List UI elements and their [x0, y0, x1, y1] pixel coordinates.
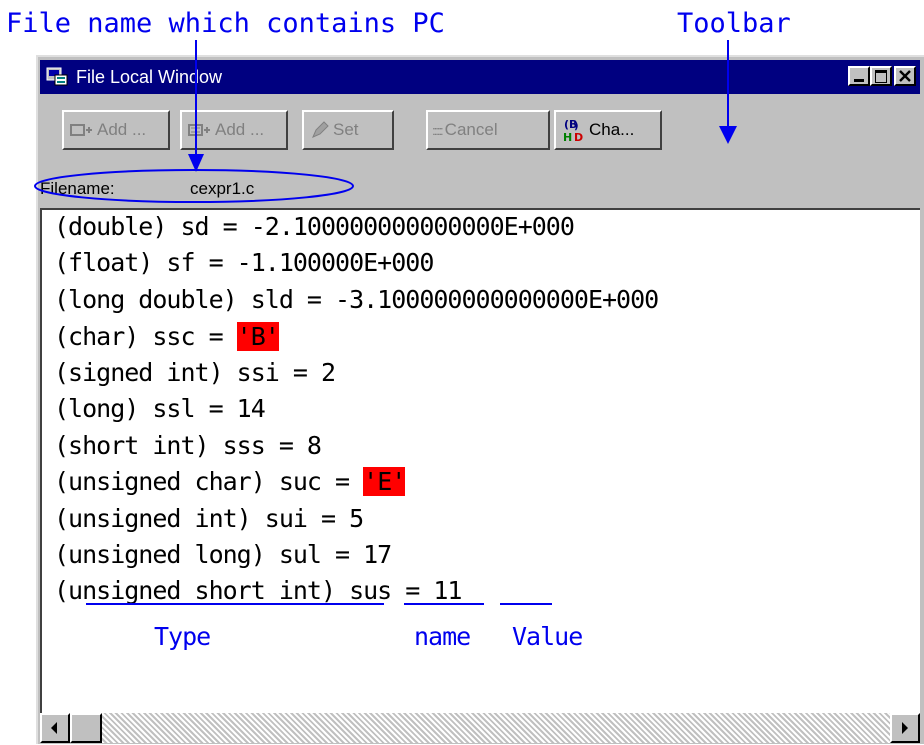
add-watch-button-2[interactable]: Add ...: [180, 110, 288, 150]
minimize-button[interactable]: [848, 66, 870, 86]
window-app-icon: [46, 67, 68, 86]
maximize-icon: [875, 70, 887, 83]
radix-change-label: Cha...: [589, 120, 635, 139]
variable-row[interactable]: (float) sf = -1.100000E+000: [54, 248, 434, 277]
variable-row[interactable]: (unsigned char) suc = 'E': [54, 467, 406, 496]
add-watch-icon: [188, 124, 210, 136]
pencil-icon: [312, 121, 329, 138]
right-arrow-icon: [902, 722, 908, 734]
toolbar: Add ... Add ... Set :::::: Cancel (B ) H: [40, 102, 920, 152]
scroll-right-button[interactable]: [890, 713, 920, 743]
add-watch-label-1: Add ...: [97, 120, 147, 139]
scroll-thumb[interactable]: [70, 713, 102, 743]
left-arrow-icon: [51, 722, 57, 734]
svg-text:D: D: [574, 131, 583, 143]
variable-row[interactable]: (short int) sss = 8: [54, 431, 322, 460]
type-legend-label: Type: [154, 622, 211, 651]
close-icon: [899, 70, 911, 82]
variable-row[interactable]: (char) ssc = 'B': [54, 322, 280, 351]
close-button[interactable]: [894, 66, 916, 86]
filename-row: Filename: cexpr1.c: [40, 179, 254, 199]
scroll-track[interactable]: [102, 713, 890, 743]
variable-row[interactable]: (long double) sld = -3.100000000000000E+…: [54, 285, 659, 314]
radix-change-icon: (B ) H D: [563, 118, 583, 143]
variable-row[interactable]: (signed int) ssi = 2: [54, 358, 336, 387]
variable-row[interactable]: (unsigned long) sul = 17: [54, 540, 392, 569]
add-watch-label-2: Add ...: [215, 120, 265, 139]
filename-value: cexpr1.c: [190, 179, 255, 198]
cancel-button[interactable]: :::::: Cancel: [426, 110, 550, 150]
set-label: Set: [333, 120, 359, 139]
name-legend-label: name: [414, 622, 471, 651]
scroll-left-button[interactable]: [40, 713, 70, 743]
set-button[interactable]: Set: [302, 110, 394, 150]
value-legend-label: Value: [512, 622, 583, 651]
filename-callout: File name which contains PC: [6, 8, 445, 39]
toolbar-callout: Toolbar: [677, 8, 791, 39]
radix-change-button[interactable]: (B ) H D Cha...: [554, 110, 662, 150]
window-title: File Local Window: [76, 67, 223, 87]
title-bar[interactable]: File Local Window: [40, 60, 920, 94]
horizontal-scrollbar[interactable]: [40, 713, 920, 743]
svg-text:H: H: [563, 131, 572, 143]
maximize-button[interactable]: [870, 66, 892, 86]
variable-row[interactable]: (unsigned int) sui = 5: [54, 504, 364, 533]
filename-label: Filename:: [40, 179, 115, 198]
variable-declaration: (unsigned char) suc =: [54, 467, 364, 496]
variable-list[interactable]: (double) sd = -2.100000000000000E+000 (f…: [40, 208, 920, 713]
variable-row[interactable]: (long) ssl = 14: [54, 394, 266, 423]
cancel-label: Cancel: [444, 120, 498, 139]
add-watch-button-1[interactable]: Add ...: [62, 110, 170, 150]
variable-declaration: (char) ssc =: [54, 322, 237, 351]
add-watch-icon: [70, 124, 92, 136]
variable-row[interactable]: (double) sd = -2.100000000000000E+000: [54, 212, 575, 241]
changed-value: 'B': [236, 322, 280, 351]
changed-value: 'E': [363, 467, 406, 496]
variable-row[interactable]: (unsigned short int) sus = 11: [54, 576, 462, 605]
file-local-window: File Local Window Add ... Add ... Set::…: [36, 55, 924, 744]
cancel-icon: ::::::: [432, 122, 444, 138]
minimize-icon: [854, 79, 864, 82]
